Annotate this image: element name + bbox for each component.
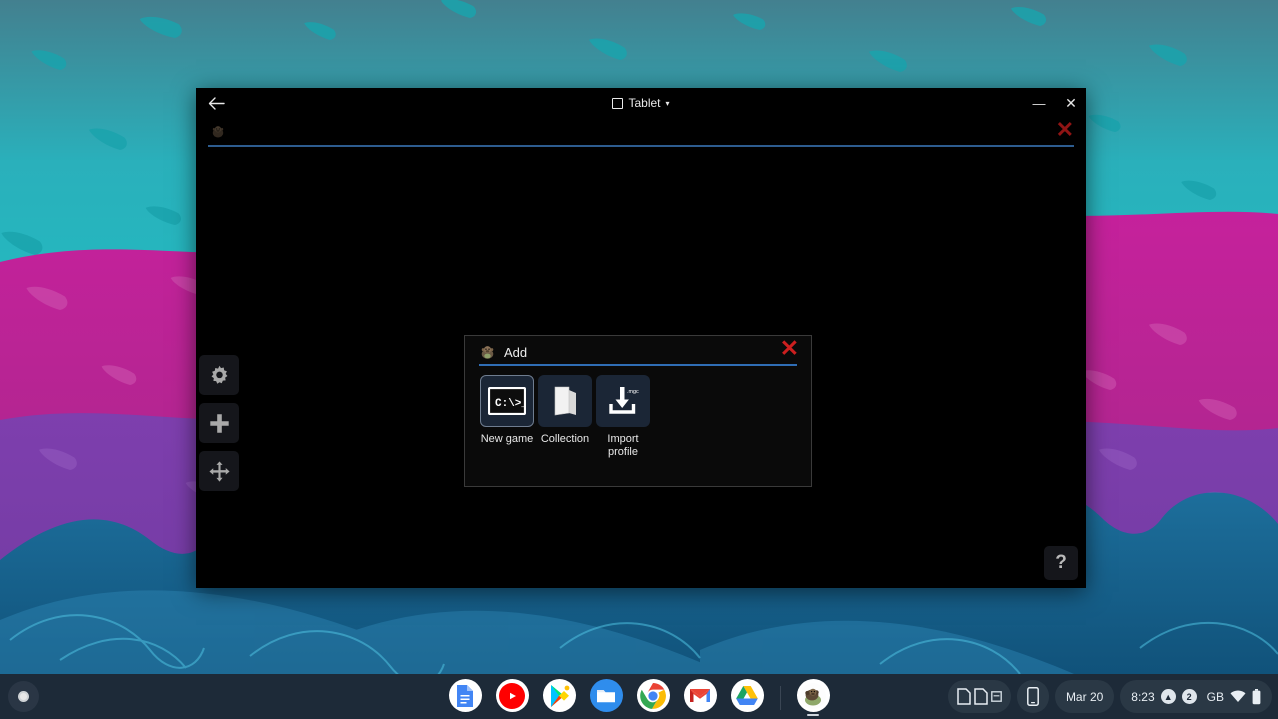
wifi-icon (1230, 690, 1246, 703)
gmail-icon (684, 679, 717, 712)
app-window: Tablet ▾ — ✕ ✕ (196, 88, 1086, 588)
sidebar-item-add[interactable] (199, 403, 239, 443)
app-header-bar: ✕ (208, 118, 1074, 147)
chevron-down-icon: ▾ (666, 99, 670, 108)
window-controls: — ✕ (1028, 88, 1082, 118)
shelf-item-google-docs[interactable] (449, 679, 482, 716)
shelf-item-youtube[interactable] (496, 679, 529, 716)
minimize-button[interactable]: — (1028, 92, 1050, 114)
tablet-square-icon (612, 98, 623, 109)
window-switcher-icon (974, 688, 988, 705)
dialog-close-icon[interactable]: ✕ (780, 337, 799, 360)
import-mgc-icon: .mgc (605, 384, 641, 418)
window-titlebar: Tablet ▾ — ✕ (196, 88, 1086, 118)
import-profile-tile: .mgc (596, 375, 650, 427)
shelf-separator (780, 686, 781, 710)
shelf-item-gmail[interactable] (684, 679, 717, 716)
window-switcher-icon (991, 691, 1002, 702)
sidebar-item-settings[interactable] (199, 355, 239, 395)
shelf-item-gorilla-app[interactable] (797, 679, 830, 716)
dialog-option-collection[interactable]: Collection (537, 375, 593, 458)
time-label: 8:23 (1131, 690, 1154, 704)
collection-tile (538, 375, 592, 427)
gmail-glyph (689, 687, 711, 704)
dialog-title: Add (504, 345, 527, 360)
command-prompt-icon: C:\>_ (488, 387, 526, 415)
status-tray[interactable]: 8:23 ▲ 2 GB (1120, 680, 1272, 713)
shelf-item-files[interactable] (590, 679, 623, 716)
sidebar-item-move[interactable] (199, 451, 239, 491)
folder-icon (548, 384, 582, 418)
device-mode-selector[interactable]: Tablet ▾ (196, 88, 1086, 118)
dialog-option-label: New game (481, 433, 534, 446)
drive-glyph (735, 685, 759, 706)
date-label: Mar 20 (1066, 690, 1103, 704)
notification-count-badge: 2 (1182, 689, 1197, 704)
phone-icon (1027, 687, 1039, 706)
app-close-x-icon[interactable]: ✕ (1056, 119, 1074, 141)
chrome-glyph (638, 681, 668, 711)
gear-icon (208, 364, 231, 387)
help-button[interactable]: ? (1044, 546, 1078, 580)
play-store-glyph (548, 684, 570, 708)
keyboard-layout-label: GB (1207, 690, 1224, 704)
drive-icon (731, 679, 764, 712)
dialog-option-label: Import profile (607, 433, 638, 458)
phone-hub-button[interactable] (1017, 680, 1049, 713)
gorilla-glyph (800, 683, 826, 709)
shelf-item-play-store[interactable] (543, 679, 576, 716)
play-store-icon (543, 679, 576, 712)
window-switcher-icon (957, 688, 971, 705)
youtube-glyph (499, 683, 525, 709)
running-indicator (807, 714, 819, 716)
new-game-tile: C:\>_ (480, 375, 534, 427)
chevron-up-badge-icon: ▲ (1161, 689, 1176, 704)
app-content-area: ? Add ✕ (196, 147, 1086, 588)
window-switcher-button[interactable] (948, 680, 1011, 713)
dialog-option-label: Collection (541, 433, 589, 446)
chrome-icon (637, 679, 670, 712)
files-icon (590, 679, 623, 712)
gorilla-app-icon (479, 344, 496, 360)
youtube-icon (496, 679, 529, 712)
docs-glyph (455, 684, 475, 708)
system-status-area: Mar 20 8:23 ▲ 2 GB (948, 680, 1272, 713)
plus-icon (208, 412, 231, 435)
svg-text:.mgc: .mgc (627, 389, 639, 395)
taskbar-shelf: Mar 20 8:23 ▲ 2 GB (0, 674, 1278, 719)
svg-text:C:\>_: C:\>_ (495, 398, 526, 410)
dialog-options-list: C:\>_ New game Collection (465, 366, 811, 458)
dialog-titlebar: Add ✕ (479, 340, 797, 366)
shelf-item-google-drive[interactable] (731, 679, 764, 716)
date-button[interactable]: Mar 20 (1055, 680, 1114, 713)
files-glyph (596, 687, 616, 704)
add-dialog: Add ✕ C:\>_ New game (464, 335, 812, 487)
move-arrows-icon (208, 460, 231, 483)
shelf-item-chrome[interactable] (637, 679, 670, 716)
docs-icon (449, 679, 482, 712)
dialog-option-new-game[interactable]: C:\>_ New game (479, 375, 535, 458)
gorilla-app-icon (210, 124, 226, 139)
dialog-option-import-profile[interactable]: .mgc Import profile (595, 375, 651, 458)
device-mode-label: Tablet (628, 96, 660, 110)
gorilla-app-icon (797, 679, 830, 712)
app-sidebar (199, 355, 239, 491)
battery-icon (1252, 689, 1261, 705)
close-button[interactable]: ✕ (1060, 92, 1082, 114)
